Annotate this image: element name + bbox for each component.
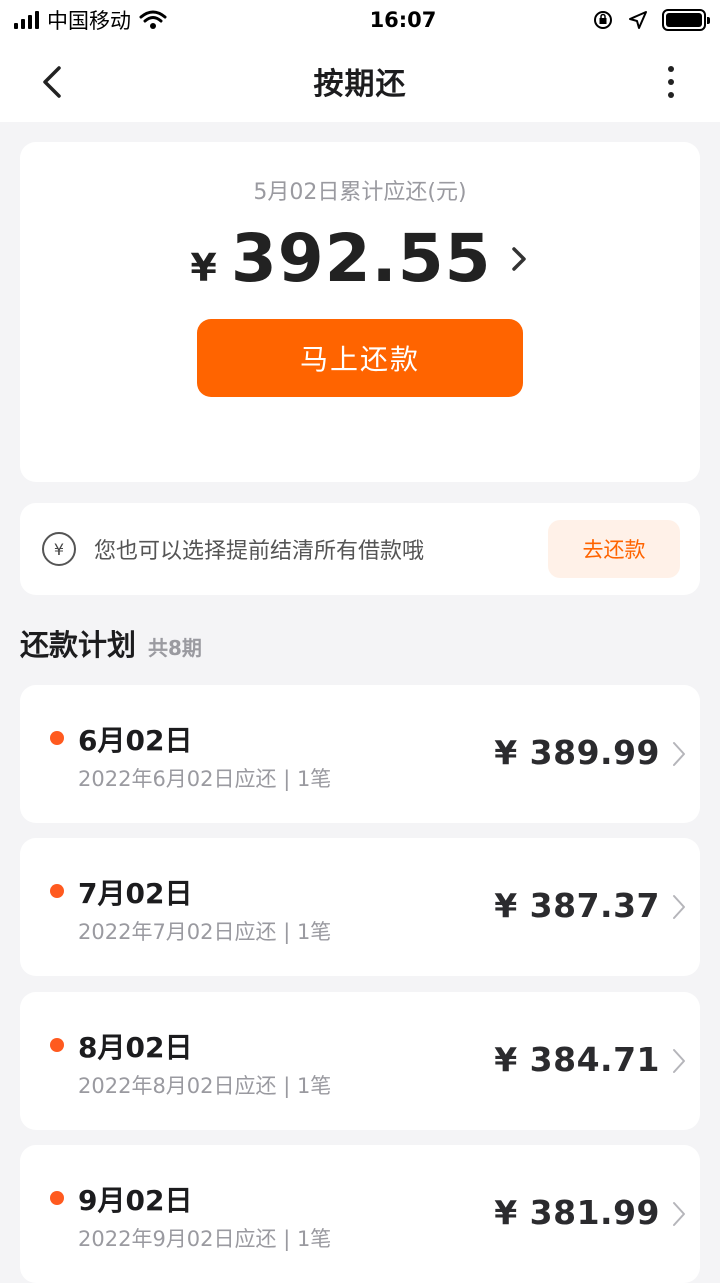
summary-card: 5月02日累计应还(元) ¥ 392.55 马上还款 xyxy=(20,142,700,482)
plan-item[interactable]: 6月02日 2022年6月02日应还 | 1笔 ¥ 389.99 xyxy=(20,685,700,823)
wifi-icon xyxy=(139,10,167,29)
chevron-right-icon xyxy=(673,1202,685,1226)
battery-icon xyxy=(662,9,710,31)
plan-item-date: 7月02日 xyxy=(78,877,193,910)
plan-count: 共8期 xyxy=(148,636,202,660)
summary-amount-value: 392.55 xyxy=(230,220,492,297)
chevron-right-icon xyxy=(673,742,685,766)
plan-section-title: 还款计划 共8期 xyxy=(20,622,202,664)
plan-item-subtitle: 2022年8月02日应还 | 1笔 xyxy=(78,1074,332,1098)
status-left: 中国移动 xyxy=(14,5,274,35)
plan-item-date: 6月02日 xyxy=(78,724,193,757)
plan-title: 还款计划 xyxy=(20,628,137,662)
plan-item-amount: ¥ 384.71 xyxy=(494,1040,660,1079)
plan-item-subtitle: 2022年9月02日应还 | 1笔 xyxy=(78,1227,332,1251)
plan-item-amount: ¥ 381.99 xyxy=(494,1193,660,1232)
yen-circle-icon: ¥ xyxy=(42,532,76,566)
plan-item-amount: ¥ 389.99 xyxy=(494,733,660,772)
currency-symbol: ¥ xyxy=(190,246,217,290)
rotation-lock-icon xyxy=(594,11,612,29)
status-time: 16:07 xyxy=(369,8,437,32)
status-dot xyxy=(50,1191,64,1205)
summary-amount[interactable]: ¥ 392.55 xyxy=(20,220,700,297)
plan-item[interactable]: 8月02日 2022年8月02日应还 | 1笔 ¥ 384.71 xyxy=(20,992,700,1130)
plan-item-subtitle: 2022年7月02日应还 | 1笔 xyxy=(78,920,332,944)
plan-item[interactable]: 9月02日 2022年9月02日应还 | 1笔 ¥ 381.99 xyxy=(20,1145,700,1283)
signal-icon xyxy=(14,11,39,29)
plan-item-date: 9月02日 xyxy=(78,1184,193,1217)
plan-item-date: 8月02日 xyxy=(78,1031,193,1064)
pay-now-button[interactable]: 马上还款 xyxy=(197,319,523,397)
back-arrow-icon[interactable] xyxy=(34,62,74,102)
status-right xyxy=(592,9,710,31)
summary-label: 5月02日累计应还(元) xyxy=(253,180,467,205)
plan-item[interactable]: 7月02日 2022年7月02日应还 | 1笔 ¥ 387.37 xyxy=(20,838,700,976)
nav-bar: 按期还 xyxy=(0,40,720,122)
chevron-right-icon xyxy=(673,895,685,919)
status-bar: 中国移动 16:07 xyxy=(0,0,720,40)
status-dot xyxy=(50,731,64,745)
plan-item-subtitle: 2022年6月02日应还 | 1笔 xyxy=(78,767,332,791)
plan-item-amount: ¥ 387.37 xyxy=(494,886,660,925)
page-title: 按期还 xyxy=(313,67,407,102)
chevron-right-icon[interactable] xyxy=(508,244,530,274)
more-options-icon[interactable] xyxy=(664,62,678,102)
chevron-right-icon xyxy=(673,1049,685,1073)
status-dot xyxy=(50,1038,64,1052)
prepay-button[interactable]: 去还款 xyxy=(548,520,680,578)
carrier-name: 中国移动 xyxy=(47,9,131,33)
location-icon xyxy=(629,11,647,29)
prepay-text: 您也可以选择提前结清所有借款哦 xyxy=(94,539,425,564)
prepay-card: ¥ 您也可以选择提前结清所有借款哦 去还款 xyxy=(20,503,700,595)
status-dot xyxy=(50,884,64,898)
